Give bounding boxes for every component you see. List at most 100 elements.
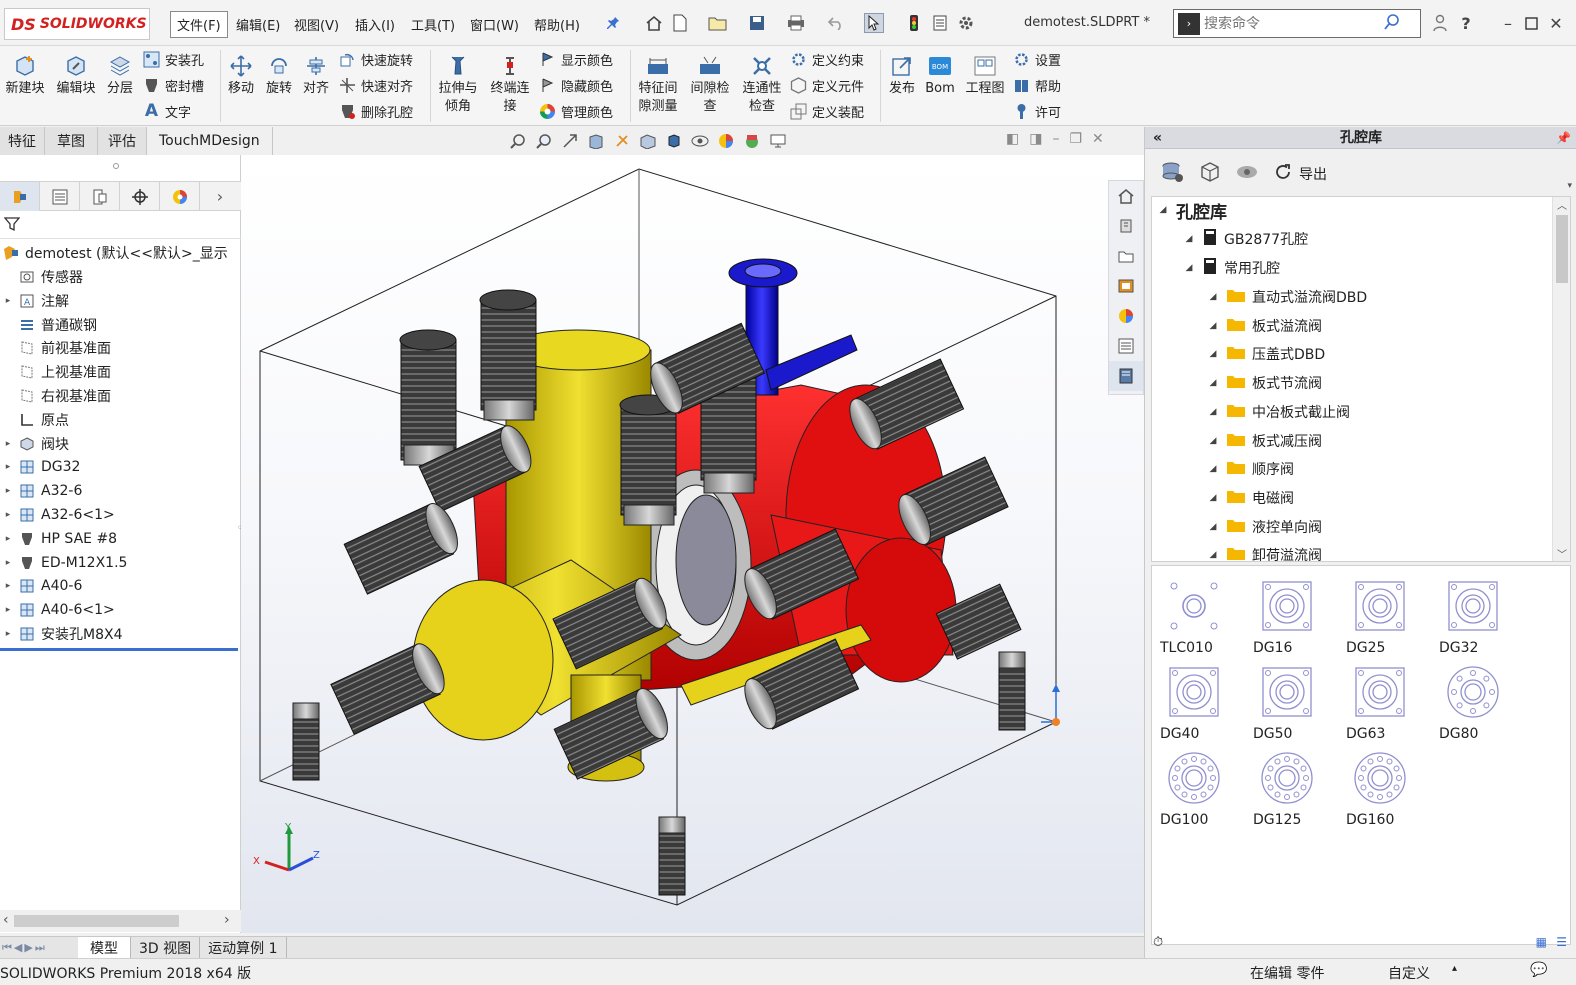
- expand-arrow-icon[interactable]: ▸: [2, 581, 14, 591]
- panel-splitter-handle[interactable]: [113, 163, 119, 169]
- status-message-icon[interactable]: 💬: [1530, 962, 1547, 978]
- scroll-left-arrow[interactable]: ‹: [3, 912, 9, 928]
- section-view-icon[interactable]: [586, 131, 606, 151]
- home-icon[interactable]: [644, 13, 664, 33]
- dimxpert-tab[interactable]: [120, 182, 160, 211]
- pin-pane-icon[interactable]: 📌: [1556, 127, 1571, 149]
- zoom-area-icon[interactable]: [534, 131, 554, 151]
- extrude-tilt-button[interactable]: 拉伸与 倾角: [436, 54, 480, 116]
- file-properties-icon[interactable]: [930, 13, 950, 33]
- expand-arrow-icon[interactable]: ▸: [2, 605, 14, 615]
- collapse-arrow-icon[interactable]: ◢: [1206, 550, 1220, 560]
- close-window-icon[interactable]: ✕: [1546, 13, 1566, 33]
- cavity-thumbnail[interactable]: DG50: [1251, 664, 1331, 744]
- cavity-thumbnail[interactable]: DG40: [1158, 664, 1238, 744]
- cavity-thumbnail[interactable]: DG100: [1158, 750, 1238, 830]
- collapse-arrow-icon[interactable]: ◢: [1206, 407, 1220, 417]
- menu-view[interactable]: 视图(V): [290, 14, 343, 35]
- configuration-manager-tab[interactable]: [80, 182, 120, 211]
- mount-hole-button[interactable]: 安装孔: [143, 48, 204, 70]
- model-view[interactable]: [241, 155, 1144, 933]
- property-manager-tab[interactable]: [40, 182, 80, 211]
- cavity-folder-node[interactable]: ◢ 板式溢流阀: [1206, 313, 1322, 339]
- feature-tree-item[interactable]: 传感器: [0, 266, 83, 288]
- tree-root-part[interactable]: demotest (默认<<默认>_显示: [0, 242, 228, 264]
- define-constraint-button[interactable]: 定义约束: [790, 48, 864, 70]
- delete-cavity-button[interactable]: 删除孔腔: [339, 100, 413, 122]
- tab-nav-arrows[interactable]: ⏮ ◀ ▶ ⏭: [0, 937, 78, 959]
- cavity-thumbnail[interactable]: DG32: [1437, 578, 1517, 658]
- viewport-restore-icon[interactable]: ❐: [1069, 131, 1082, 147]
- feature-tree-item[interactable]: 上视基准面: [0, 361, 111, 383]
- collapse-arrow-icon[interactable]: ◢: [1206, 321, 1220, 331]
- viewport-close-icon[interactable]: ✕: [1092, 131, 1104, 147]
- scroll-up-arrow[interactable]: ︿: [1557, 197, 1567, 212]
- collapse-arrow-icon[interactable]: ◢: [1206, 436, 1220, 446]
- feature-tree-hscrollbar[interactable]: ‹ ›: [0, 910, 241, 932]
- tab-touchmdesign[interactable]: TouchMDesign: [147, 127, 273, 155]
- units-dropdown-arrow[interactable]: ▴: [1452, 963, 1457, 974]
- hide-color-button[interactable]: 隐藏颜色: [539, 74, 613, 96]
- feature-tree-item[interactable]: ▸ 阀块: [0, 433, 69, 455]
- scroll-right-arrow[interactable]: ›: [224, 912, 230, 928]
- search-commands-box[interactable]: ›: [1173, 9, 1421, 38]
- cavity-folder-node[interactable]: ◢ 中冶板式截止阀: [1206, 399, 1350, 425]
- expand-arrow-icon[interactable]: ▸: [2, 558, 14, 568]
- quick-rotate-button[interactable]: 快速旋转: [339, 48, 413, 70]
- feature-tree-item[interactable]: 右视基准面: [0, 385, 111, 407]
- connectivity-check-button[interactable]: 连通性 检查: [740, 54, 784, 116]
- feature-tree-item[interactable]: ▸ A 注解: [0, 290, 69, 312]
- feature-tree-item[interactable]: 前视基准面: [0, 337, 111, 359]
- text-button[interactable]: A 文字: [143, 100, 191, 122]
- endpoint-connect-button[interactable]: 终端连 接: [488, 54, 532, 116]
- feature-tree-item[interactable]: ▸ A32-6: [0, 480, 83, 502]
- expand-arrow-icon[interactable]: ▸: [2, 629, 14, 639]
- pin-icon[interactable]: [603, 13, 623, 33]
- dynamic-annotation-icon[interactable]: [612, 131, 632, 151]
- tab-sketch[interactable]: 草图: [45, 127, 98, 155]
- tree-root-node[interactable]: ◢ 孔腔库: [1156, 197, 1227, 223]
- cavity-thumbnail[interactable]: DG25: [1344, 578, 1424, 658]
- expand-arrow-icon[interactable]: ▸: [2, 534, 14, 544]
- cavity-library-tab-icon[interactable]: [1109, 361, 1143, 391]
- expand-arrow-icon[interactable]: ▸: [2, 462, 14, 472]
- feature-gap-measure-button[interactable]: 特征间 隙测量: [636, 54, 680, 116]
- search-mode-icon[interactable]: ›: [1178, 12, 1200, 35]
- feature-tree-item[interactable]: 原点: [0, 409, 69, 431]
- feature-tree-item[interactable]: ▸ A40-6<1>: [0, 599, 115, 621]
- zoom-to-fit-icon[interactable]: [508, 131, 528, 151]
- tab-3d-view[interactable]: 3D 视图: [131, 936, 201, 959]
- publish-button[interactable]: 发布: [886, 54, 918, 98]
- save-icon[interactable]: [747, 13, 767, 33]
- settings-button[interactable]: 设置: [1013, 48, 1061, 70]
- menu-tools[interactable]: 工具(T): [407, 14, 459, 35]
- edit-appearance-icon[interactable]: [716, 131, 736, 151]
- select-cursor-icon[interactable]: [864, 13, 884, 33]
- gap-check-button[interactable]: 间隙检 查: [688, 54, 732, 116]
- hide-show-items-icon[interactable]: [690, 131, 710, 151]
- align-button[interactable]: 对齐: [300, 54, 332, 98]
- view-mode-icon[interactable]: ▦: [1536, 935, 1547, 949]
- seal-groove-button[interactable]: 密封槽: [143, 74, 204, 96]
- export-button[interactable]: 导出: [1299, 164, 1327, 184]
- collapse-arrow-icon[interactable]: ◢: [1206, 464, 1220, 474]
- cavity-folder-node[interactable]: ◢ 直动式溢流阀DBD: [1206, 284, 1367, 310]
- view-orientation-icon[interactable]: [638, 131, 658, 151]
- collapse-arrow-icon[interactable]: ◢: [1206, 378, 1220, 388]
- manage-color-button[interactable]: 管理颜色: [539, 100, 613, 122]
- cavity-folder-node[interactable]: ◢ 板式减压阀: [1206, 428, 1322, 454]
- search-input[interactable]: [1204, 15, 1379, 32]
- tree-vscrollbar[interactable]: ︿ ﹀: [1552, 197, 1570, 561]
- expand-arrow-icon[interactable]: ▸: [2, 439, 14, 449]
- collapse-arrow-icon[interactable]: ◢: [1206, 349, 1220, 359]
- cavity-folder-node[interactable]: ◢ 顺序阀: [1206, 456, 1294, 482]
- display-manager-tab[interactable]: [160, 182, 200, 211]
- split-right-icon[interactable]: ◨: [1029, 131, 1042, 147]
- minimize-window-icon[interactable]: –: [1498, 13, 1518, 33]
- options-gear-icon[interactable]: [956, 13, 976, 33]
- custom-properties-icon[interactable]: [1109, 331, 1143, 361]
- tab-evaluate[interactable]: 评估: [98, 127, 147, 155]
- print-icon[interactable]: [786, 13, 806, 33]
- help-button[interactable]: 帮助: [1013, 74, 1061, 96]
- edit-block-button[interactable]: 编辑块: [54, 54, 98, 98]
